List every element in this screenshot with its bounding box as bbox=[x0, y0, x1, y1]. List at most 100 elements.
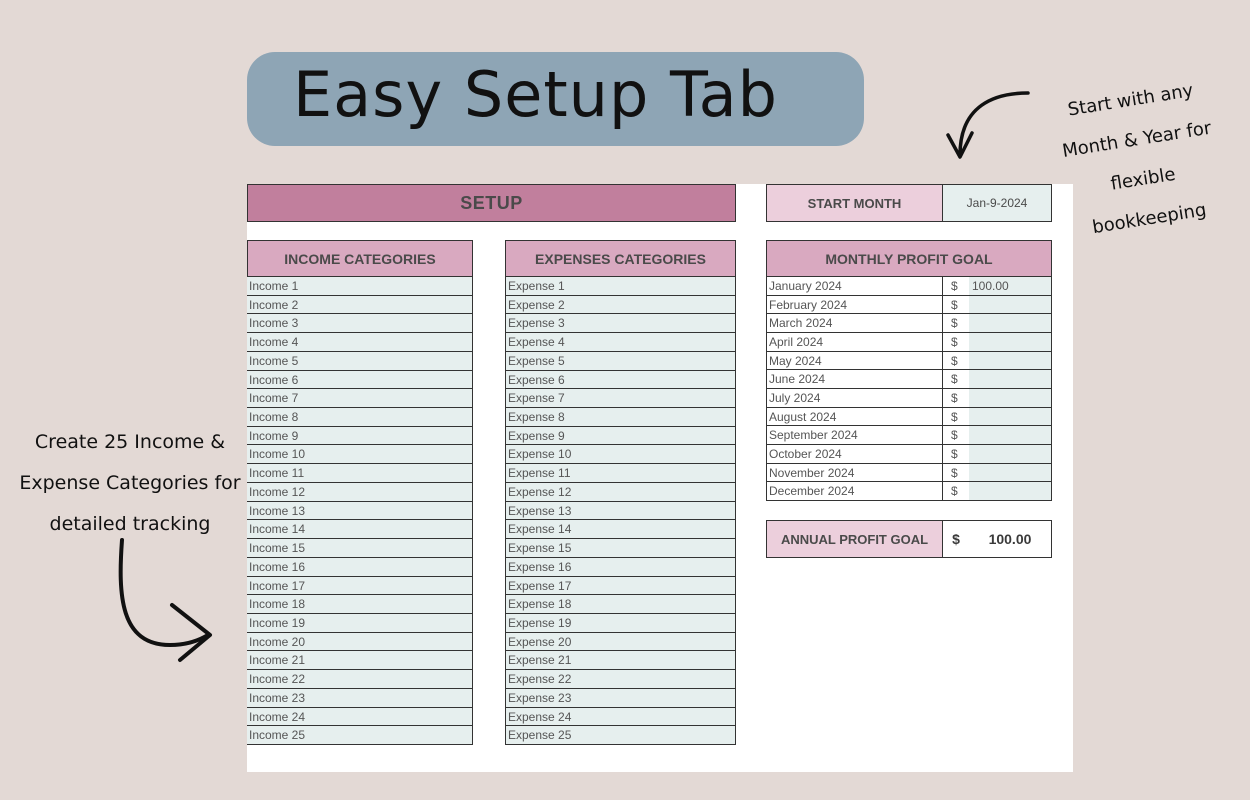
income-category-cell[interactable]: Income 20 bbox=[247, 632, 472, 652]
monthly-goal-input[interactable]: 100.00 bbox=[969, 277, 1051, 295]
monthly-profit-goal-header: MONTHLY PROFIT GOAL bbox=[766, 240, 1052, 277]
month-label: May 2024 bbox=[767, 351, 943, 370]
income-category-cell[interactable]: Income 25 bbox=[247, 726, 472, 745]
income-category-cell[interactable]: Income 15 bbox=[247, 539, 472, 558]
income-category-cell[interactable]: Income 14 bbox=[247, 520, 472, 540]
expense-category-cell[interactable]: Expense 15 bbox=[506, 539, 735, 558]
monthly-goal-row: January 2024 $100.00 bbox=[767, 277, 1051, 296]
expense-category-cell[interactable]: Expense 10 bbox=[506, 445, 735, 465]
monthly-goal-list: January 2024 $100.00 February 2024 $ March 2… bbox=[766, 277, 1052, 501]
categories-note: Create 25 Income & Expense Categories fo… bbox=[10, 422, 250, 545]
monthly-goal-row: October 2024 $ bbox=[767, 444, 1051, 464]
start-month-input[interactable]: Jan-9-2024 bbox=[942, 184, 1052, 222]
expense-category-cell[interactable]: Expense 5 bbox=[506, 351, 735, 371]
month-label: October 2024 bbox=[767, 444, 943, 463]
monthly-goal-row: May 2024 $ bbox=[767, 351, 1051, 371]
expense-category-cell[interactable]: Expense 3 bbox=[506, 314, 735, 334]
month-label: July 2024 bbox=[767, 388, 943, 407]
annual-profit-goal-label: ANNUAL PROFIT GOAL bbox=[767, 521, 943, 557]
monthly-goal-row: December 2024 $ bbox=[767, 482, 1051, 501]
expense-category-cell[interactable]: Expense 14 bbox=[506, 520, 735, 540]
expense-category-cell[interactable]: Expense 22 bbox=[506, 670, 735, 689]
income-category-cell[interactable]: Income 5 bbox=[247, 351, 472, 371]
expense-categories-header: EXPENSES CATEGORIES bbox=[505, 240, 736, 277]
annual-profit-goal-value: 100.00 bbox=[988, 531, 1032, 547]
expense-category-cell[interactable]: Expense 4 bbox=[506, 333, 735, 352]
income-category-cell[interactable]: Income 1 bbox=[247, 277, 472, 296]
expense-category-cell[interactable]: Expense 25 bbox=[506, 726, 735, 745]
monthly-goal-input[interactable] bbox=[969, 351, 1051, 370]
expense-category-cell[interactable]: Expense 9 bbox=[506, 426, 735, 446]
expense-category-cell[interactable]: Expense 20 bbox=[506, 632, 735, 652]
expense-category-cell[interactable]: Expense 12 bbox=[506, 482, 735, 502]
income-category-cell[interactable]: Income 11 bbox=[247, 464, 472, 483]
curved-arrow-icon bbox=[946, 91, 1030, 159]
income-category-cell[interactable]: Income 9 bbox=[247, 426, 472, 446]
monthly-goal-input[interactable] bbox=[969, 370, 1051, 388]
expense-category-cell[interactable]: Expense 6 bbox=[506, 370, 735, 390]
currency-symbol: $ bbox=[943, 295, 969, 314]
income-category-cell[interactable]: Income 6 bbox=[247, 370, 472, 390]
income-category-cell[interactable]: Income 12 bbox=[247, 482, 472, 502]
income-category-cell[interactable]: Income 19 bbox=[247, 613, 472, 633]
monthly-goal-row: November 2024 $ bbox=[767, 463, 1051, 483]
annual-profit-goal: ANNUAL PROFIT GOAL $ 100.00 bbox=[766, 520, 1052, 558]
month-label: November 2024 bbox=[767, 463, 943, 482]
expense-category-cell[interactable]: Expense 8 bbox=[506, 408, 735, 427]
monthly-goal-row: February 2024 $ bbox=[767, 295, 1051, 315]
income-category-cell[interactable]: Income 10 bbox=[247, 445, 472, 465]
monthly-goal-input[interactable] bbox=[969, 444, 1051, 463]
income-category-cell[interactable]: Income 2 bbox=[247, 295, 472, 315]
expense-category-cell[interactable]: Expense 18 bbox=[506, 595, 735, 614]
income-category-cell[interactable]: Income 24 bbox=[247, 707, 472, 727]
expense-category-cell[interactable]: Expense 2 bbox=[506, 295, 735, 315]
expense-category-cell[interactable]: Expense 7 bbox=[506, 389, 735, 409]
setup-header: SETUP bbox=[247, 184, 736, 222]
expense-category-cell[interactable]: Expense 17 bbox=[506, 576, 735, 596]
income-category-cell[interactable]: Income 21 bbox=[247, 651, 472, 671]
monthly-goal-input[interactable] bbox=[969, 388, 1051, 407]
month-label: June 2024 bbox=[767, 370, 943, 388]
income-category-cell[interactable]: Income 7 bbox=[247, 389, 472, 409]
month-label: April 2024 bbox=[767, 332, 943, 351]
expense-category-cell[interactable]: Expense 24 bbox=[506, 707, 735, 727]
currency-symbol: $ bbox=[943, 314, 969, 332]
income-category-cell[interactable]: Income 13 bbox=[247, 501, 472, 521]
monthly-goal-input[interactable] bbox=[969, 314, 1051, 332]
monthly-goal-input[interactable] bbox=[969, 463, 1051, 482]
income-category-cell[interactable]: Income 8 bbox=[247, 408, 472, 427]
currency-symbol: $ bbox=[943, 407, 969, 426]
income-category-list: Income 1 Income 2 Income 3 Income 4 Income 5… bbox=[247, 277, 473, 745]
expense-category-cell[interactable]: Expense 1 bbox=[506, 277, 735, 296]
expense-category-cell[interactable]: Expense 19 bbox=[506, 613, 735, 633]
monthly-goal-row: September 2024 $ bbox=[767, 426, 1051, 445]
monthly-goal-input[interactable] bbox=[969, 295, 1051, 314]
monthly-goal-input[interactable] bbox=[969, 407, 1051, 426]
curved-arrow-icon bbox=[118, 538, 212, 662]
income-category-cell[interactable]: Income 22 bbox=[247, 670, 472, 689]
monthly-goal-input[interactable] bbox=[969, 332, 1051, 351]
expense-category-cell[interactable]: Expense 21 bbox=[506, 651, 735, 671]
expense-category-cell[interactable]: Expense 23 bbox=[506, 688, 735, 708]
month-label: January 2024 bbox=[767, 277, 943, 295]
month-label: September 2024 bbox=[767, 426, 943, 444]
monthly-goal-row: March 2024 $ bbox=[767, 314, 1051, 333]
income-category-cell[interactable]: Income 4 bbox=[247, 333, 472, 352]
income-category-cell[interactable]: Income 16 bbox=[247, 557, 472, 577]
start-month-label: START MONTH bbox=[766, 184, 943, 222]
monthly-goal-input[interactable] bbox=[969, 426, 1051, 444]
expense-category-cell[interactable]: Expense 16 bbox=[506, 557, 735, 577]
expense-category-cell[interactable]: Expense 13 bbox=[506, 501, 735, 521]
month-label: March 2024 bbox=[767, 314, 943, 332]
income-category-cell[interactable]: Income 23 bbox=[247, 688, 472, 708]
currency-symbol: $ bbox=[943, 370, 969, 388]
monthly-goal-input[interactable] bbox=[969, 482, 1051, 500]
banner-title: Easy Setup Tab bbox=[293, 58, 778, 131]
income-category-cell[interactable]: Income 3 bbox=[247, 314, 472, 334]
expense-category-cell[interactable]: Expense 11 bbox=[506, 464, 735, 483]
currency-symbol: $ bbox=[943, 463, 969, 482]
income-category-cell[interactable]: Income 17 bbox=[247, 576, 472, 596]
currency-symbol: $ bbox=[943, 277, 969, 295]
currency-symbol: $ bbox=[943, 388, 969, 407]
income-category-cell[interactable]: Income 18 bbox=[247, 595, 472, 614]
